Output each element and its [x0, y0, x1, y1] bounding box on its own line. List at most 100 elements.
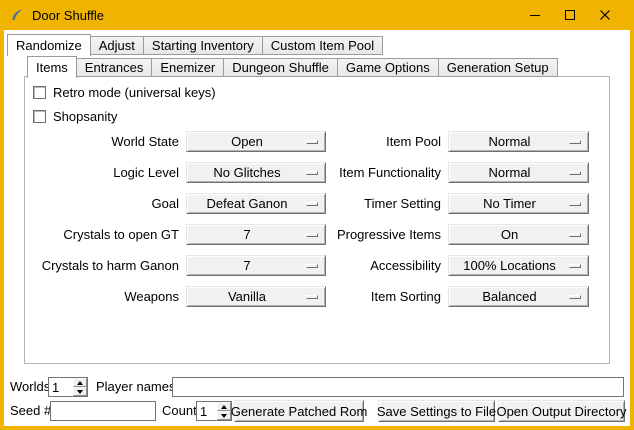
progressive-items-value: On — [501, 227, 518, 242]
world-state-dropdown[interactable]: Open — [186, 131, 326, 152]
menu-indicator-icon — [306, 140, 318, 144]
worlds-label: Worlds — [10, 379, 50, 394]
progressive-items-dropdown[interactable]: On — [448, 224, 589, 245]
retro-mode-checkbox-box — [33, 86, 46, 99]
worlds-spinbox — [48, 377, 88, 397]
menu-indicator-icon — [306, 202, 318, 206]
tab-entrances[interactable]: Entrances — [76, 58, 153, 77]
tab-enemizer[interactable]: Enemizer — [151, 58, 224, 77]
goal-value: Defeat Ganon — [207, 196, 288, 211]
crystals-harm-ganon-dropdown[interactable]: 7 — [186, 255, 326, 276]
titlebar[interactable]: Door Shuffle — [0, 0, 634, 30]
goal-label: Goal — [27, 196, 179, 211]
menu-indicator-icon — [306, 295, 318, 299]
timer-setting-label: Timer Setting — [333, 196, 441, 211]
seed-entry — [50, 401, 156, 421]
close-button[interactable] — [587, 0, 622, 30]
accessibility-label: Accessibility — [333, 258, 441, 273]
door-shuffle-window: Door Shuffle Randomize Adjust Starting I… — [0, 0, 634, 430]
close-icon — [599, 9, 611, 21]
item-functionality-dropdown[interactable]: Normal — [448, 162, 589, 183]
maximize-button[interactable] — [552, 0, 587, 30]
weapons-value: Vanilla — [228, 289, 266, 304]
item-sorting-value: Balanced — [482, 289, 536, 304]
shopsanity-checkbox-box — [33, 110, 46, 123]
seed-label: Seed # — [10, 403, 51, 418]
menu-indicator-icon — [569, 140, 581, 144]
worlds-spin-up-button[interactable] — [73, 378, 87, 387]
weapons-label: Weapons — [27, 289, 179, 304]
item-functionality-value: Normal — [489, 165, 531, 180]
menu-indicator-icon — [569, 202, 581, 206]
tab-custom-item-pool[interactable]: Custom Item Pool — [262, 36, 383, 55]
count-label: Count — [162, 403, 197, 418]
progressive-items-label: Progressive Items — [333, 227, 441, 242]
crystals-harm-ganon-label: Crystals to harm Ganon — [27, 258, 179, 273]
arrow-up-icon — [77, 381, 83, 385]
seed-input[interactable] — [51, 402, 155, 420]
menu-indicator-icon — [569, 264, 581, 268]
crystals-open-gt-dropdown[interactable]: 7 — [186, 224, 326, 245]
item-pool-dropdown[interactable]: Normal — [448, 131, 589, 152]
crystals-harm-ganon-value: 7 — [243, 258, 250, 273]
logic-level-label: Logic Level — [27, 165, 179, 180]
outer-tab-bar: Randomize Adjust Starting Inventory Cust… — [7, 33, 383, 55]
inner-tab-bar: Items Entrances Enemizer Dungeon Shuffle… — [27, 56, 558, 77]
window-title: Door Shuffle — [32, 8, 104, 23]
save-settings-button[interactable]: Save Settings to File — [378, 400, 495, 422]
count-input[interactable] — [197, 402, 217, 420]
randomize-notebook: Items Entrances Enemizer Dungeon Shuffle… — [24, 56, 610, 364]
count-spin-up-button[interactable] — [217, 402, 231, 411]
item-sorting-dropdown[interactable]: Balanced — [448, 286, 589, 307]
crystals-open-gt-label: Crystals to open GT — [27, 227, 179, 242]
logic-level-value: No Glitches — [213, 165, 280, 180]
tab-starting-inventory[interactable]: Starting Inventory — [143, 36, 263, 55]
player-names-label: Player names — [96, 379, 175, 394]
open-output-directory-button[interactable]: Open Output Directory — [498, 400, 625, 422]
options-grid: World State Open Item Pool Normal Logic … — [27, 131, 589, 307]
arrow-up-icon — [221, 405, 227, 409]
retro-mode-label: Retro mode (universal keys) — [53, 85, 216, 100]
timer-setting-dropdown[interactable]: No Timer — [448, 193, 589, 214]
world-state-label: World State — [27, 134, 179, 149]
player-names-entry — [172, 377, 624, 397]
tab-dungeon-shuffle[interactable]: Dungeon Shuffle — [223, 58, 338, 77]
generate-patched-rom-button[interactable]: Generate Patched Rom — [234, 400, 364, 422]
crystals-open-gt-value: 7 — [243, 227, 250, 242]
tab-randomize[interactable]: Randomize — [7, 34, 91, 56]
item-pool-label: Item Pool — [333, 134, 441, 149]
checkbox-retro-mode[interactable]: Retro mode (universal keys) — [33, 84, 216, 100]
arrow-down-icon — [77, 390, 83, 394]
shopsanity-label: Shopsanity — [53, 109, 117, 124]
maximize-icon — [564, 9, 576, 21]
worlds-spin-down-button[interactable] — [73, 387, 87, 396]
minimize-icon — [529, 9, 541, 21]
minimize-button[interactable] — [517, 0, 552, 30]
worlds-input[interactable] — [49, 378, 73, 396]
count-spin-down-button[interactable] — [217, 411, 231, 420]
accessibility-dropdown[interactable]: 100% Locations — [448, 255, 589, 276]
arrow-down-icon — [221, 414, 227, 418]
tab-items[interactable]: Items — [27, 56, 77, 78]
menu-indicator-icon — [569, 295, 581, 299]
goal-dropdown[interactable]: Defeat Ganon — [186, 193, 326, 214]
checkbox-shopsanity[interactable]: Shopsanity — [33, 108, 117, 124]
logic-level-dropdown[interactable]: No Glitches — [186, 162, 326, 183]
player-names-input[interactable] — [173, 378, 623, 396]
accessibility-value: 100% Locations — [463, 258, 556, 273]
tab-adjust[interactable]: Adjust — [90, 36, 144, 55]
tab-game-options[interactable]: Game Options — [337, 58, 439, 77]
item-pool-value: Normal — [489, 134, 531, 149]
world-state-value: Open — [231, 134, 263, 149]
count-spinbox — [196, 401, 232, 421]
menu-indicator-icon — [306, 264, 318, 268]
app-icon[interactable] — [9, 7, 25, 23]
menu-indicator-icon — [306, 171, 318, 175]
timer-setting-value: No Timer — [483, 196, 536, 211]
item-functionality-label: Item Functionality — [333, 165, 441, 180]
item-sorting-label: Item Sorting — [333, 289, 441, 304]
tab-generation-setup[interactable]: Generation Setup — [438, 58, 558, 77]
window-controls — [517, 0, 622, 30]
weapons-dropdown[interactable]: Vanilla — [186, 286, 326, 307]
items-pane: Retro mode (universal keys) Shopsanity W… — [24, 76, 610, 364]
